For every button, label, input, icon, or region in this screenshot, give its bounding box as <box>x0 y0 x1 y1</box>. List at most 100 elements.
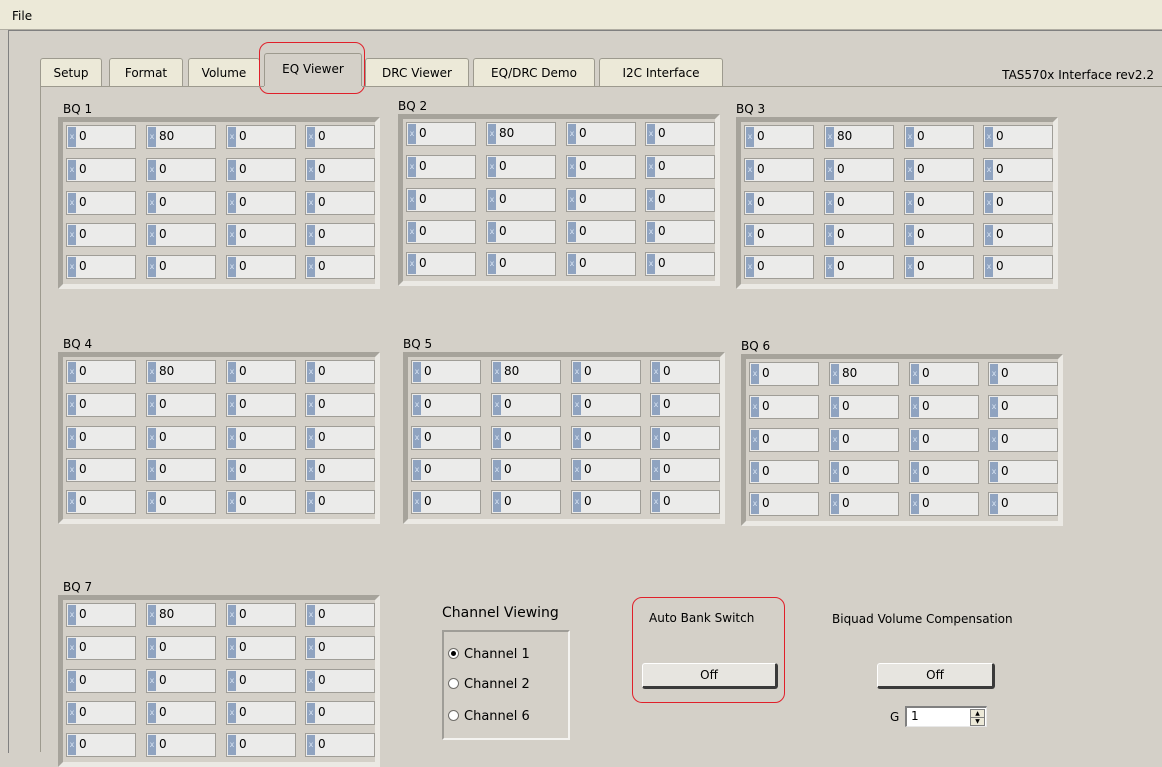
coef-value[interactable]: 0 <box>318 640 326 654</box>
gain-spinner[interactable]: ▲ ▼ <box>970 709 985 726</box>
bq3-coef-r4-c2[interactable]: x0 <box>824 223 894 247</box>
bq6-coef-r4-c1[interactable]: x0 <box>749 460 819 484</box>
coef-value[interactable]: 0 <box>79 162 87 176</box>
bq4-coef-r3-c2[interactable]: x0 <box>146 426 216 450</box>
radio-channel-1-button[interactable] <box>448 648 459 659</box>
radix-indicator[interactable]: x <box>148 395 156 415</box>
coef-value[interactable]: 0 <box>658 126 666 140</box>
bq3-coef-r3-c3[interactable]: x0 <box>904 191 974 215</box>
coef-value[interactable]: 0 <box>842 496 850 510</box>
bq2-coef-r2-c1[interactable]: x0 <box>406 155 476 179</box>
radix-indicator[interactable]: x <box>228 127 236 147</box>
radix-indicator[interactable]: x <box>68 735 76 755</box>
radix-indicator[interactable]: x <box>751 397 759 417</box>
coef-value[interactable]: 0 <box>318 737 326 751</box>
bq7-coef-r1-c2[interactable]: x 80 <box>146 603 216 627</box>
radix-indicator[interactable]: x <box>911 364 919 384</box>
radix-indicator[interactable]: x <box>647 222 655 242</box>
coef-value[interactable]: 0 <box>579 224 587 238</box>
coef-value[interactable]: 0 <box>239 607 247 621</box>
bq5-coef-r1-c2[interactable]: x 80 <box>491 360 561 384</box>
coef-value[interactable]: 0 <box>917 195 925 209</box>
coef-value[interactable]: 0 <box>757 227 765 241</box>
bq7-coef-r4-c1[interactable]: x0 <box>66 701 136 725</box>
bq6-coef-r3-c4[interactable]: x0 <box>988 428 1058 452</box>
radix-indicator[interactable]: x <box>228 671 236 691</box>
radix-indicator[interactable]: x <box>493 492 501 512</box>
bq3-coef-r3-c4[interactable]: x0 <box>983 191 1053 215</box>
bq7-coef-r2-c3[interactable]: x0 <box>226 636 296 660</box>
coef-value[interactable]: 0 <box>504 430 512 444</box>
bq1-coef-r4-c4[interactable]: x0 <box>305 223 375 247</box>
radix-indicator[interactable]: x <box>307 395 315 415</box>
bq5-coef-r3-c3[interactable]: x0 <box>571 426 641 450</box>
radix-indicator[interactable]: x <box>228 225 236 245</box>
bq1-coef-r4-c3[interactable]: x0 <box>226 223 296 247</box>
coef-value[interactable]: 0 <box>584 462 592 476</box>
radix-indicator[interactable]: x <box>746 127 754 147</box>
radix-indicator[interactable]: x <box>228 735 236 755</box>
spin-down-icon[interactable]: ▼ <box>971 718 984 725</box>
bq4-coef-r2-c2[interactable]: x0 <box>146 393 216 417</box>
radix-indicator[interactable]: x <box>493 395 501 415</box>
bq6-coef-r5-c1[interactable]: x0 <box>749 492 819 516</box>
radix-indicator[interactable]: x <box>746 225 754 245</box>
coef-value[interactable]: 0 <box>79 129 87 143</box>
coef-value[interactable]: 0 <box>658 224 666 238</box>
coef-value[interactable]: 0 <box>842 432 850 446</box>
bq2-coef-r5-c4[interactable]: x0 <box>645 252 715 276</box>
bq3-coef-r1-c1[interactable]: x0 <box>744 125 814 149</box>
bq1-coef-r1-c3[interactable]: x0 <box>226 125 296 149</box>
radix-indicator[interactable]: x <box>990 462 998 482</box>
bq5-coef-r4-c4[interactable]: x0 <box>650 458 720 482</box>
coef-value[interactable]: 0 <box>318 259 326 273</box>
coef-value[interactable]: 0 <box>504 397 512 411</box>
coef-value[interactable]: 0 <box>79 397 87 411</box>
radix-indicator[interactable]: x <box>68 225 76 245</box>
coef-value[interactable]: 0 <box>424 397 432 411</box>
radix-indicator[interactable]: x <box>985 160 993 180</box>
coef-value[interactable]: 0 <box>996 227 1004 241</box>
bq7-coef-r3-c1[interactable]: x0 <box>66 669 136 693</box>
bq7-coef-r3-c2[interactable]: x0 <box>146 669 216 693</box>
radix-indicator[interactable]: x <box>746 160 754 180</box>
coef-value[interactable]: 0 <box>419 224 427 238</box>
bq5-coef-r2-c3[interactable]: x0 <box>571 393 641 417</box>
radix-indicator[interactable]: x <box>568 254 576 274</box>
radix-indicator[interactable]: x <box>307 460 315 480</box>
radix-indicator[interactable]: x <box>307 193 315 213</box>
radix-indicator[interactable]: x <box>573 362 581 382</box>
radix-indicator[interactable]: x <box>148 735 156 755</box>
coef-value[interactable]: 0 <box>757 129 765 143</box>
coef-value[interactable]: 0 <box>419 256 427 270</box>
bq4-coef-r3-c4[interactable]: x0 <box>305 426 375 450</box>
radix-indicator[interactable]: x <box>148 638 156 658</box>
radix-indicator[interactable]: x <box>413 428 421 448</box>
bq1-coef-r5-c3[interactable]: x0 <box>226 255 296 279</box>
bq4-coef-r1-c1[interactable]: x0 <box>66 360 136 384</box>
radix-indicator[interactable]: x <box>568 222 576 242</box>
coef-value[interactable]: 0 <box>996 162 1004 176</box>
radix-indicator[interactable]: x <box>652 460 660 480</box>
radix-indicator[interactable]: x <box>831 430 839 450</box>
radix-indicator[interactable]: x <box>68 428 76 448</box>
radix-indicator[interactable]: x <box>751 364 759 384</box>
radix-indicator[interactable]: x <box>751 430 759 450</box>
radix-indicator[interactable]: x <box>652 395 660 415</box>
bq7-coef-r3-c3[interactable]: x0 <box>226 669 296 693</box>
tab-eq-viewer[interactable]: EQ Viewer <box>264 53 362 89</box>
radix-indicator[interactable]: x <box>68 193 76 213</box>
radix-indicator[interactable]: x <box>148 703 156 723</box>
bq1-coef-r3-c4[interactable]: x0 <box>305 191 375 215</box>
coef-value[interactable]: 0 <box>922 366 930 380</box>
bq1-coef-r2-c2[interactable]: x0 <box>146 158 216 182</box>
bq4-coef-r5-c3[interactable]: x0 <box>226 490 296 514</box>
coef-value[interactable]: 0 <box>996 259 1004 273</box>
bq6-coef-r4-c2[interactable]: x0 <box>829 460 899 484</box>
coef-value[interactable]: 0 <box>757 162 765 176</box>
bq4-coef-r4-c2[interactable]: x0 <box>146 458 216 482</box>
radix-indicator[interactable]: x <box>148 193 156 213</box>
coef-value[interactable]: 0 <box>239 430 247 444</box>
radix-indicator[interactable]: x <box>990 364 998 384</box>
coef-value[interactable]: 0 <box>917 129 925 143</box>
